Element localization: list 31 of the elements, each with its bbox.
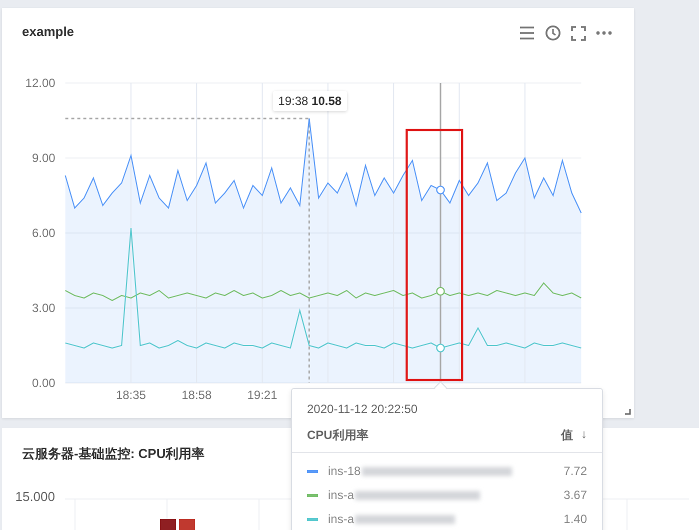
y-axis-label: 3.00 [32, 301, 56, 315]
value-header: 值 [561, 427, 573, 444]
series-value: 3.67 [564, 488, 587, 502]
resize-handle-icon[interactable] [625, 409, 631, 415]
max-value-label: 19:38 10.58 [273, 90, 347, 110]
menu-icon[interactable] [519, 26, 535, 40]
series-value: 1.40 [564, 512, 587, 526]
fullscreen-icon[interactable] [571, 26, 586, 40]
y-axis-label: 6.00 [32, 226, 56, 240]
y-axis-label: 0.00 [32, 376, 56, 390]
x-axis-label: 19:21 [247, 388, 278, 402]
chart-title: example [22, 24, 74, 39]
y-axis-label: 9.00 [32, 151, 56, 165]
x-axis-label: 18:35 [116, 388, 146, 402]
bar-pair [160, 519, 195, 530]
point-marker [436, 286, 445, 296]
series-name: ins-18 [328, 464, 361, 478]
clock-icon[interactable] [545, 25, 561, 41]
y-axis-label: 15.000 [15, 489, 55, 504]
tooltip-time: 2020-11-12 20:22:50 [306, 401, 419, 416]
series-value: 7.72 [564, 464, 587, 478]
point-marker [436, 186, 445, 194]
metric-name: CPU利用率 [307, 427, 368, 444]
series-name: ins-a [328, 488, 354, 502]
chart-title: 云服务器-基础监控: CPU利用率 [22, 446, 205, 461]
sort-icon[interactable]: ↓ [581, 427, 587, 444]
x-axis-label: 18:58 [182, 388, 212, 402]
series-name: ins-a [328, 512, 354, 526]
more-icon[interactable] [596, 31, 612, 35]
y-axis-label: 12.00 [25, 76, 56, 90]
point-marker [436, 344, 445, 352]
